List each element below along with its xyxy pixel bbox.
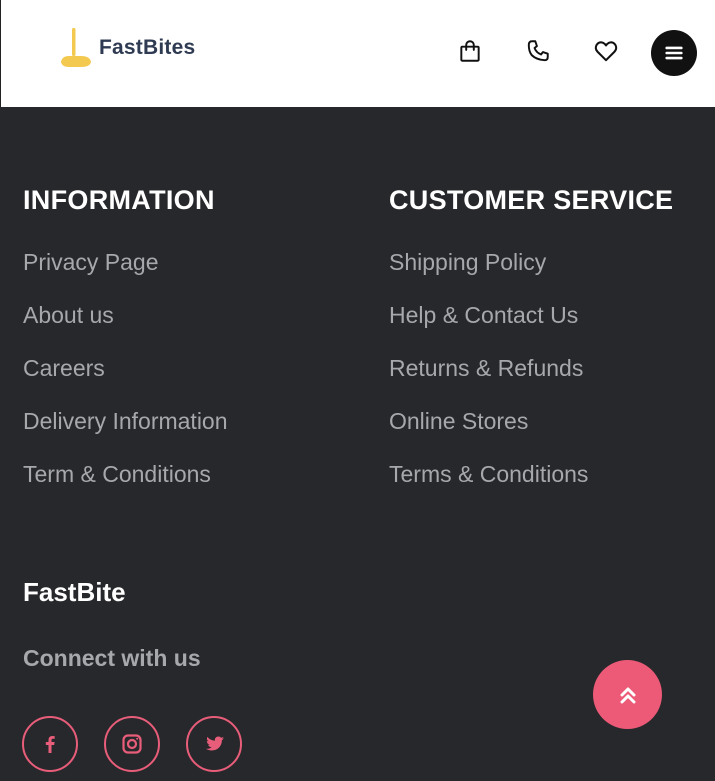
link-about-us[interactable]: About us (23, 302, 114, 329)
link-returns-refunds[interactable]: Returns & Refunds (389, 355, 583, 382)
instagram-icon (122, 734, 142, 754)
phone-icon[interactable] (523, 36, 553, 66)
fork-logo-icon (61, 28, 91, 67)
page: FastBites INFORMATION Privacy Page About… (0, 0, 715, 781)
menu-icon (665, 46, 683, 60)
twitter-link[interactable] (186, 716, 242, 772)
facebook-link[interactable] (22, 716, 78, 772)
site-footer: INFORMATION Privacy Page About us Career… (0, 107, 715, 781)
footer-brand-name: FastBite (23, 577, 126, 607)
link-term-conditions[interactable]: Term & Conditions (23, 461, 211, 488)
customer-service-section: CUSTOMER SERVICE Shipping Policy Help & … (389, 184, 673, 514)
customer-service-links: Shipping Policy Help & Contact Us Return… (389, 249, 673, 514)
connect-label: Connect with us (23, 645, 201, 671)
site-header: FastBites (0, 0, 715, 107)
twitter-icon (205, 736, 224, 751)
link-terms-conditions[interactable]: Terms & Conditions (389, 461, 588, 488)
link-help-contact[interactable]: Help & Contact Us (389, 302, 578, 329)
logo-link[interactable]: FastBites (59, 26, 195, 70)
link-online-stores[interactable]: Online Stores (389, 408, 528, 435)
menu-button[interactable] (651, 30, 697, 76)
link-careers[interactable]: Careers (23, 355, 105, 382)
heart-icon[interactable] (591, 36, 621, 66)
scroll-to-top-button[interactable] (593, 660, 662, 729)
information-links: Privacy Page About us Careers Delivery I… (23, 249, 228, 514)
shopping-bag-icon[interactable] (455, 36, 485, 66)
link-delivery-information[interactable]: Delivery Information (23, 408, 228, 435)
link-privacy-page[interactable]: Privacy Page (23, 249, 159, 276)
double-chevron-up-icon (620, 687, 635, 703)
information-section: INFORMATION Privacy Page About us Career… (23, 184, 228, 514)
facebook-icon (45, 736, 55, 753)
logo-text: FastBites (99, 36, 196, 59)
customer-service-title: CUSTOMER SERVICE (389, 185, 674, 215)
link-shipping-policy[interactable]: Shipping Policy (389, 249, 546, 276)
information-title: INFORMATION (23, 185, 215, 215)
instagram-link[interactable] (104, 716, 160, 772)
